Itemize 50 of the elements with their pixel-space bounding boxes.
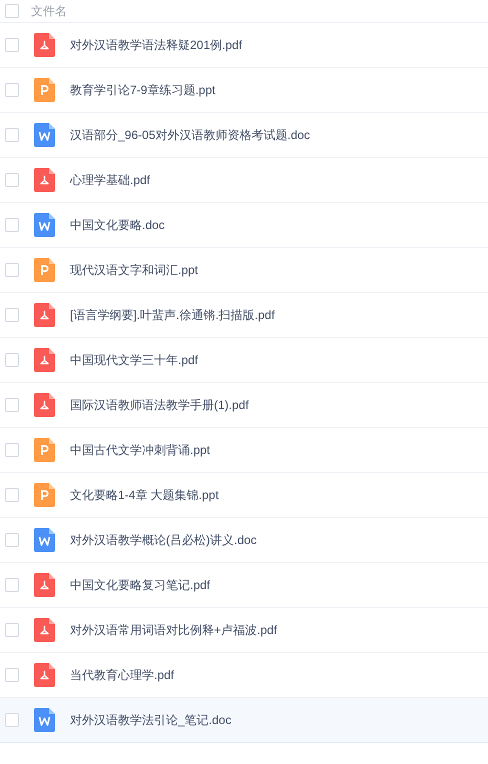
pdf-file-icon [34,573,55,597]
file-row[interactable]: 对外汉语教学法引论_笔记.doc [0,698,488,743]
word-file-icon [34,213,55,237]
checkbox[interactable] [5,38,19,52]
pdf-file-icon [34,618,55,642]
pdf-file-icon [34,33,55,57]
file-name[interactable]: [语言学纲要].叶蜚声.徐通锵.扫描版.pdf [70,306,275,324]
checkbox[interactable] [5,578,19,592]
file-name[interactable]: 对外汉语教学语法释疑201例.pdf [70,36,242,54]
pdf-file-icon [34,663,55,687]
checkbox[interactable] [5,308,19,322]
file-name[interactable]: 教育学引论7-9章练习题.ppt [70,81,216,99]
file-name[interactable]: 对外汉语教学概论(吕必松)讲义.doc [70,531,257,549]
checkbox[interactable] [5,488,19,502]
file-name[interactable]: 心理学基础.pdf [70,171,150,189]
word-file-icon [34,708,55,732]
checkbox[interactable] [5,398,19,412]
checkbox[interactable] [5,218,19,232]
file-name[interactable]: 当代教育心理学.pdf [70,666,174,684]
pdf-file-icon [34,168,55,192]
pdf-file-icon [34,348,55,372]
pdf-file-icon [34,303,55,327]
word-file-icon [34,123,55,147]
ppt-file-icon [34,78,55,102]
file-name[interactable]: 对外汉语教学法引论_笔记.doc [70,711,232,729]
file-name[interactable]: 文化要略1-4章 大题集锦.ppt [70,486,219,504]
file-name[interactable]: 中国现代文学三十年.pdf [70,351,198,369]
checkbox[interactable] [5,263,19,277]
file-name[interactable]: 现代汉语文字和词汇.ppt [70,261,198,279]
checkbox[interactable] [5,668,19,682]
file-name[interactable]: 中国古代文学冲刺背诵.ppt [70,441,210,459]
ppt-file-icon [34,483,55,507]
checkbox[interactable] [5,443,19,457]
checkbox[interactable] [5,128,19,142]
checkbox[interactable] [5,173,19,187]
file-name[interactable]: 国际汉语教师语法教学手册(1).pdf [70,396,249,414]
checkbox[interactable] [5,4,19,18]
ppt-file-icon [34,258,55,282]
word-file-icon [34,528,55,552]
file-name[interactable]: 汉语部分_96-05对外汉语教师资格考试题.doc [70,126,310,144]
ppt-file-icon [34,438,55,462]
checkbox[interactable] [5,623,19,637]
pdf-file-icon [34,393,55,417]
checkbox[interactable] [5,533,19,547]
file-name[interactable]: 对外汉语常用词语对比例释+卢福波.pdf [70,621,278,639]
checkbox[interactable] [5,713,19,727]
checkbox[interactable] [5,353,19,367]
file-name[interactable]: 中国文化要略.doc [70,216,165,234]
file-name[interactable]: 中国文化要略复习笔记.pdf [70,576,210,594]
checkbox[interactable] [5,83,19,97]
